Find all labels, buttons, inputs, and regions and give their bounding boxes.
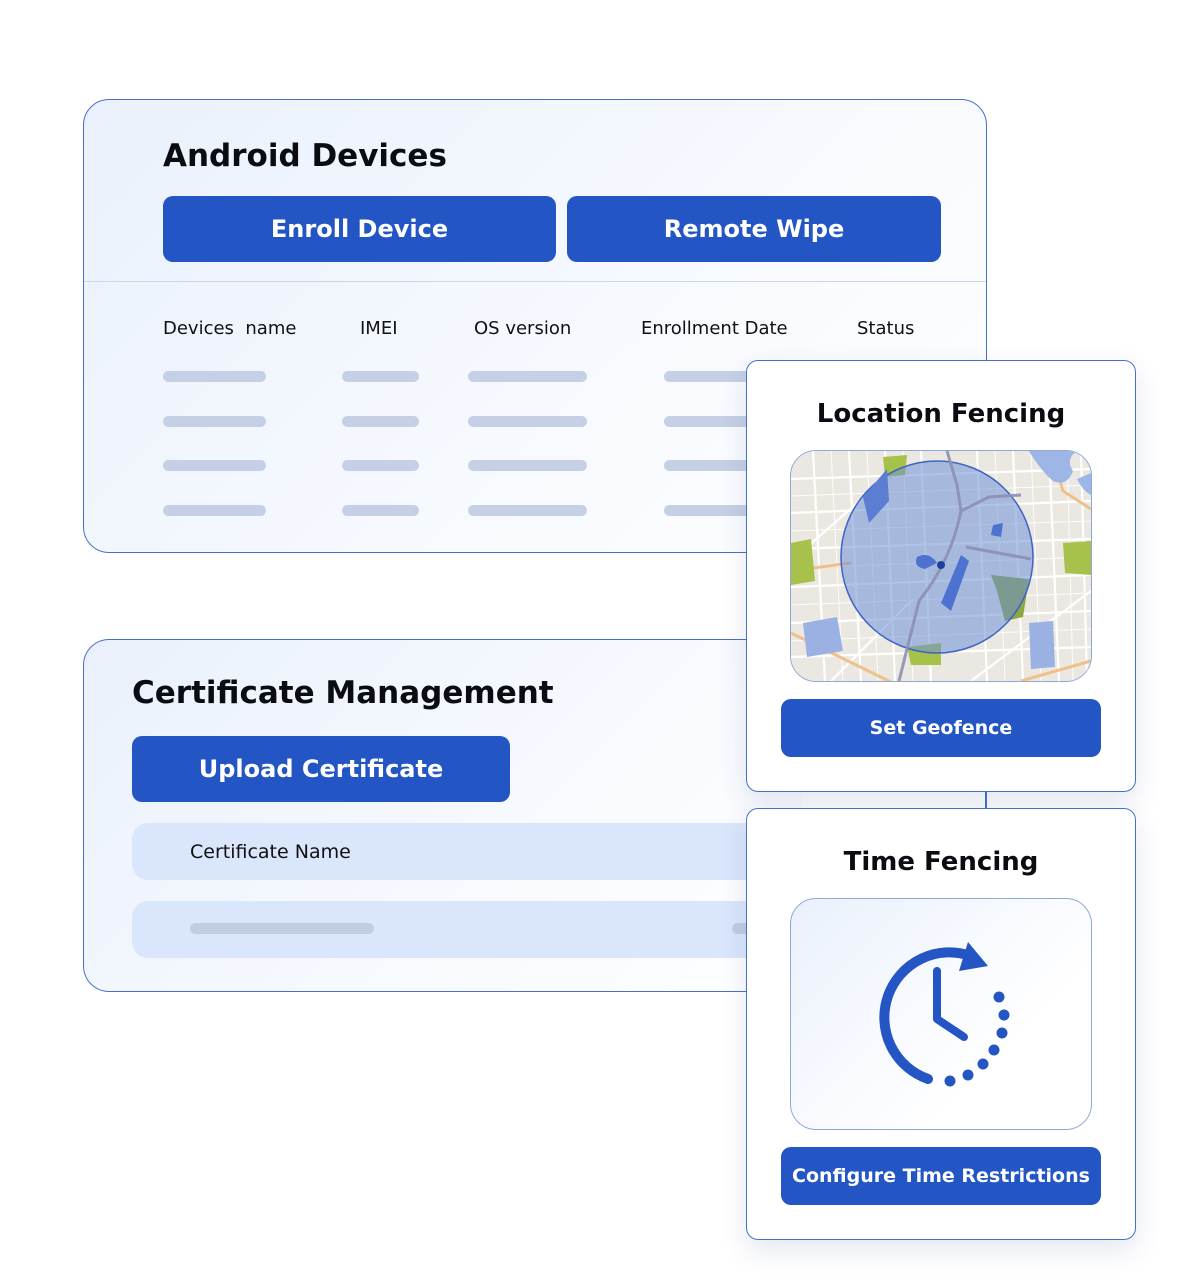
- placeholder-cell: [190, 923, 374, 934]
- placeholder-cell: [468, 460, 587, 471]
- time-fencing-title: Time Fencing: [843, 847, 1039, 877]
- certificate-table-header: Certificate Name: [132, 823, 772, 880]
- placeholder-cell: [664, 371, 754, 382]
- geofence-map[interactable]: [790, 450, 1092, 682]
- placeholder-cell: [468, 505, 587, 516]
- time-fencing-card: Time Fencing Configure Time Restrictions: [746, 808, 1136, 1240]
- panel-divider: [84, 281, 986, 282]
- placeholder-cell: [664, 416, 754, 427]
- placeholder-cell: [163, 371, 266, 382]
- placeholder-cell: [342, 505, 419, 516]
- placeholder-cell: [468, 371, 587, 382]
- placeholder-cell: [163, 416, 266, 427]
- time-illustration: [790, 898, 1092, 1130]
- placeholder-cell: [664, 505, 754, 516]
- column-header-certificate-name: Certificate Name: [190, 841, 351, 863]
- placeholder-cell: [163, 505, 266, 516]
- upload-certificate-button[interactable]: Upload Certificate: [132, 736, 510, 802]
- placeholder-cell: [342, 416, 419, 427]
- remote-wipe-button[interactable]: Remote Wipe: [567, 196, 941, 262]
- certificate-management-title: Certificate Management: [132, 675, 554, 711]
- location-fencing-card: Location Fencing Set Geofence: [746, 360, 1136, 792]
- placeholder-cell: [163, 460, 266, 471]
- configure-time-restrictions-button[interactable]: Configure Time Restrictions: [781, 1147, 1101, 1205]
- column-header-imei: IMEI: [360, 318, 398, 339]
- enroll-device-button[interactable]: Enroll Device: [163, 196, 556, 262]
- clock-icon: [879, 942, 1010, 1087]
- location-fencing-title: Location Fencing: [816, 399, 1066, 429]
- map-icon: [791, 451, 1091, 681]
- column-header-os-version: OS version: [474, 318, 572, 339]
- column-header-enrollment-date: Enrollment Date: [641, 318, 788, 339]
- table-row: [132, 901, 772, 958]
- placeholder-cell: [664, 460, 754, 471]
- set-geofence-button[interactable]: Set Geofence: [781, 699, 1101, 757]
- android-devices-title: Android Devices: [163, 138, 447, 174]
- placeholder-cell: [468, 416, 587, 427]
- column-header-status: Status: [857, 318, 915, 339]
- placeholder-cell: [342, 371, 419, 382]
- column-header-device-name: Devices name: [163, 318, 297, 339]
- placeholder-cell: [342, 460, 419, 471]
